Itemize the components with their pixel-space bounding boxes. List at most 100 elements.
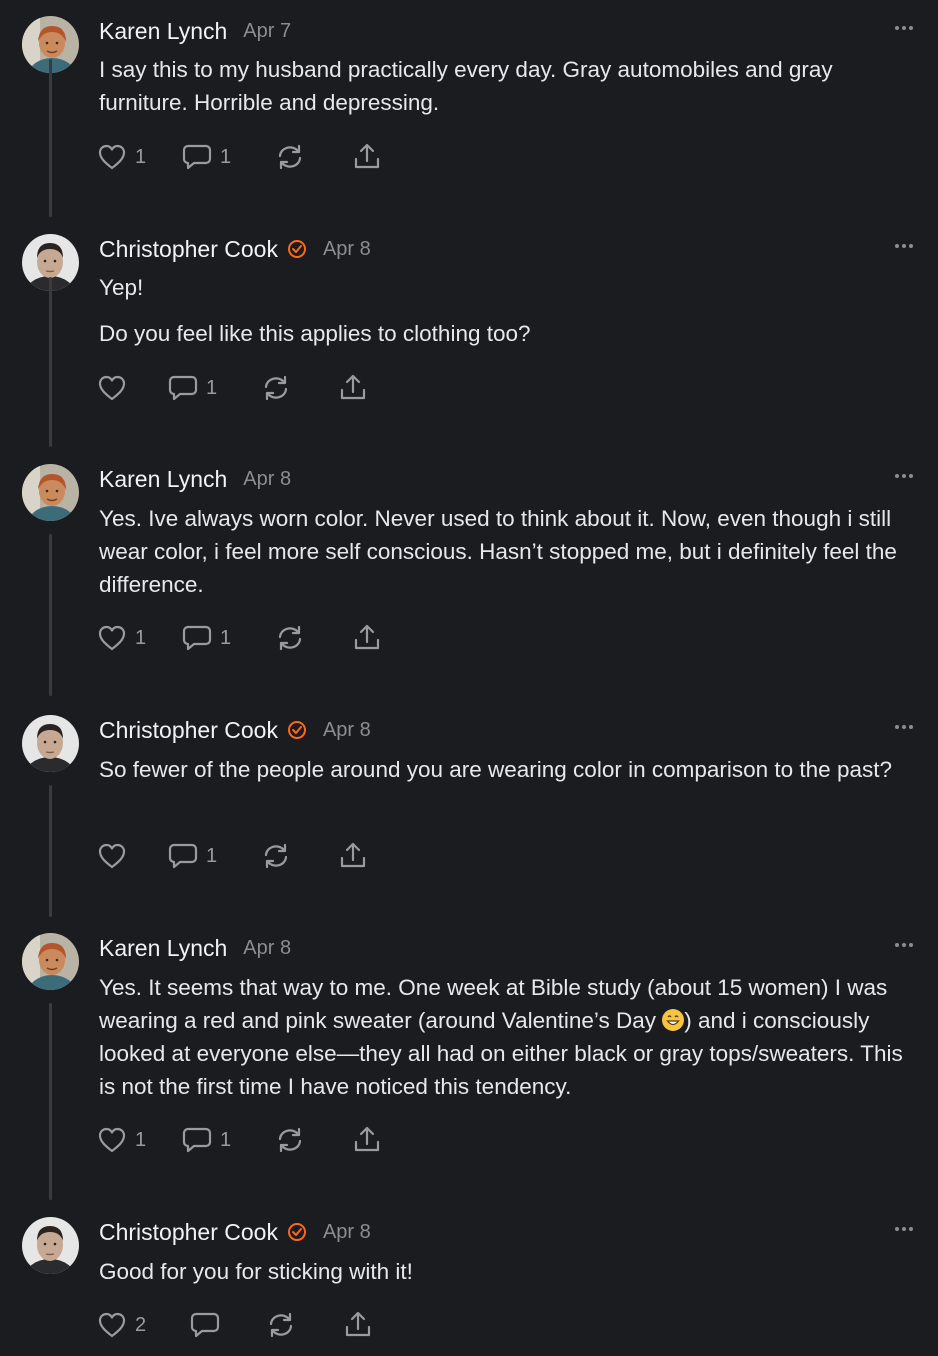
restack-icon — [264, 843, 288, 869]
author-name[interactable]: Christopher Cook — [99, 236, 278, 263]
share-button[interactable] — [343, 1311, 373, 1339]
grinning-face-emoji — [662, 1009, 685, 1031]
comment-icon — [182, 625, 212, 651]
like-button[interactable]: 1 — [97, 624, 146, 652]
share-icon — [345, 1311, 371, 1337]
reply-count: 1 — [220, 1128, 232, 1151]
restack-button[interactable] — [275, 1126, 305, 1154]
more-icon[interactable] — [894, 242, 914, 250]
comment-date[interactable]: Apr 8 — [243, 468, 291, 491]
author-name[interactable]: Karen Lynch — [99, 935, 227, 962]
more-icon[interactable] — [894, 941, 914, 949]
comment-icon — [182, 144, 212, 170]
heart-icon — [98, 1127, 126, 1153]
heart-icon — [98, 1312, 126, 1338]
restack-button[interactable] — [261, 374, 291, 402]
reply-button[interactable] — [190, 1311, 220, 1339]
comment-header: Karen Lynch Apr 7 — [99, 16, 291, 46]
comment-date[interactable]: Apr 8 — [323, 719, 371, 742]
share-button[interactable] — [352, 143, 382, 171]
author-name[interactable]: Karen Lynch — [99, 466, 227, 493]
like-button[interactable]: 1 — [97, 143, 146, 171]
heart-icon — [98, 625, 126, 651]
restack-button[interactable] — [275, 624, 305, 652]
reply-count: 1 — [206, 844, 218, 867]
like-count: 1 — [135, 1128, 147, 1151]
comment-header: Karen Lynch Apr 8 — [99, 464, 291, 494]
reply-button[interactable]: 1 — [168, 374, 217, 402]
like-button[interactable] — [97, 374, 127, 402]
heart-icon — [98, 375, 126, 401]
reply-button[interactable]: 1 — [182, 143, 231, 171]
more-icon[interactable] — [894, 24, 914, 32]
thread-line — [49, 534, 52, 696]
comment-body: Yes. Ive always worn color. Never used t… — [99, 502, 919, 601]
like-count: 1 — [135, 626, 147, 649]
comment-date[interactable]: Apr 7 — [243, 20, 291, 43]
reply-button[interactable]: 1 — [168, 842, 217, 870]
like-count: 1 — [135, 145, 147, 168]
avatar-karen-lynch[interactable] — [22, 464, 79, 521]
comment-header: Karen Lynch Apr 8 — [99, 933, 291, 963]
comment-date[interactable]: Apr 8 — [323, 238, 371, 261]
avatar-christopher-cook[interactable] — [22, 715, 79, 772]
author-name[interactable]: Karen Lynch — [99, 18, 227, 45]
heart-icon — [98, 843, 126, 869]
like-button[interactable] — [97, 842, 127, 870]
comment-paragraph: Do you feel like this applies to clothin… — [99, 321, 531, 346]
like-button[interactable]: 2 — [97, 1311, 146, 1339]
share-button[interactable] — [338, 374, 368, 402]
reply-count: 1 — [220, 626, 232, 649]
share-icon — [354, 143, 380, 169]
reply-button[interactable]: 1 — [182, 1126, 231, 1154]
comment-body: So fewer of the people around you are we… — [99, 753, 919, 786]
share-button[interactable] — [352, 624, 382, 652]
restack-icon — [269, 1312, 293, 1338]
thread-line — [49, 785, 52, 917]
share-icon — [340, 374, 366, 400]
restack-icon — [278, 144, 302, 170]
author-name[interactable]: Christopher Cook — [99, 1219, 278, 1246]
comment-body: Yep! Do you feel like this applies to cl… — [99, 271, 919, 350]
restack-button[interactable] — [266, 1311, 296, 1339]
more-icon[interactable] — [894, 1225, 914, 1233]
comment-icon — [168, 375, 198, 401]
share-icon — [340, 842, 366, 868]
comment-paragraph: So fewer of the people around you are we… — [99, 757, 892, 782]
verified-badge-icon — [287, 240, 306, 258]
comment-icon — [182, 1127, 212, 1153]
comment-paragraph: Good for you for sticking with it! — [99, 1259, 413, 1284]
heart-icon — [98, 144, 126, 170]
thread-line — [49, 277, 52, 447]
restack-button[interactable] — [275, 143, 305, 171]
comment-header: Christopher Cook Apr 8 — [99, 234, 371, 264]
share-button[interactable] — [352, 1126, 382, 1154]
comment-body: I say this to my husband practically eve… — [99, 53, 919, 119]
more-icon[interactable] — [894, 723, 914, 731]
avatar-christopher-cook[interactable] — [22, 1217, 79, 1274]
reply-count: 1 — [220, 145, 232, 168]
comment-header: Christopher Cook Apr 8 — [99, 1217, 371, 1247]
avatar-karen-lynch[interactable] — [22, 933, 79, 990]
comment-body: Yes. It seems that way to me. One week a… — [99, 971, 919, 1103]
thread-line — [49, 1003, 52, 1200]
comment-date[interactable]: Apr 8 — [323, 1221, 371, 1244]
like-count: 2 — [135, 1313, 147, 1336]
thread-line — [49, 59, 52, 217]
comment-paragraph: Yes. Ive always worn color. Never used t… — [99, 506, 897, 597]
share-icon — [354, 1126, 380, 1152]
comment-header: Christopher Cook Apr 8 — [99, 715, 371, 745]
verified-badge-icon — [287, 721, 306, 739]
author-name[interactable]: Christopher Cook — [99, 717, 278, 744]
reply-button[interactable]: 1 — [182, 624, 231, 652]
reply-count: 1 — [206, 376, 218, 399]
restack-button[interactable] — [261, 842, 291, 870]
like-button[interactable]: 1 — [97, 1126, 146, 1154]
share-button[interactable] — [338, 842, 368, 870]
comment-paragraph: Yep! — [99, 275, 144, 300]
verified-badge-icon — [287, 1223, 306, 1241]
comment-date[interactable]: Apr 8 — [243, 937, 291, 960]
more-icon[interactable] — [894, 472, 914, 480]
comment-paragraph: I say this to my husband practically eve… — [99, 57, 833, 115]
restack-icon — [264, 375, 288, 401]
